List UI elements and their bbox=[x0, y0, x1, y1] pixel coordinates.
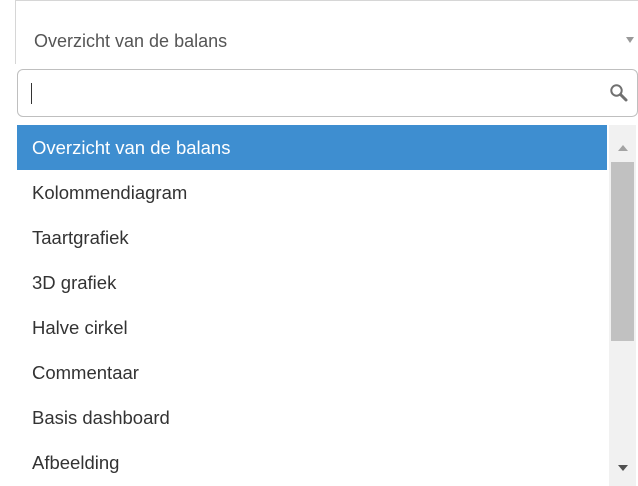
selected-value: Overzicht van de balans bbox=[34, 31, 228, 51]
options-scrollbar[interactable] bbox=[609, 125, 636, 486]
option-overzicht-van-de-balans[interactable]: Overzicht van de balans bbox=[17, 125, 607, 170]
option-kolommendiagram[interactable]: Kolommendiagram bbox=[17, 170, 607, 215]
select-toggle[interactable]: Overzicht van de balans bbox=[15, 0, 638, 64]
option-afbeelding[interactable]: Afbeelding bbox=[17, 440, 607, 485]
search-icon bbox=[610, 84, 628, 102]
scroll-thumb[interactable] bbox=[611, 162, 634, 341]
option-basis-dashboard[interactable]: Basis dashboard bbox=[17, 395, 607, 440]
option-3d-grafiek[interactable]: 3D grafiek bbox=[17, 260, 607, 305]
text-cursor bbox=[31, 83, 32, 104]
dashboard-type-select: Overzicht van de balans Overzicht van de… bbox=[15, 0, 638, 486]
scroll-down-arrow-icon[interactable] bbox=[618, 465, 628, 471]
scroll-up-arrow-icon[interactable] bbox=[618, 145, 628, 151]
option-taartgrafiek[interactable]: Taartgrafiek bbox=[17, 215, 607, 260]
options-list: Overzicht van de balans Kolommendiagram … bbox=[17, 125, 638, 486]
option-halve-cirkel[interactable]: Halve cirkel bbox=[17, 305, 607, 350]
search-input[interactable] bbox=[28, 78, 588, 108]
caret-down-icon bbox=[626, 37, 634, 43]
search-box bbox=[17, 69, 638, 117]
option-commentaar[interactable]: Commentaar bbox=[17, 350, 607, 395]
